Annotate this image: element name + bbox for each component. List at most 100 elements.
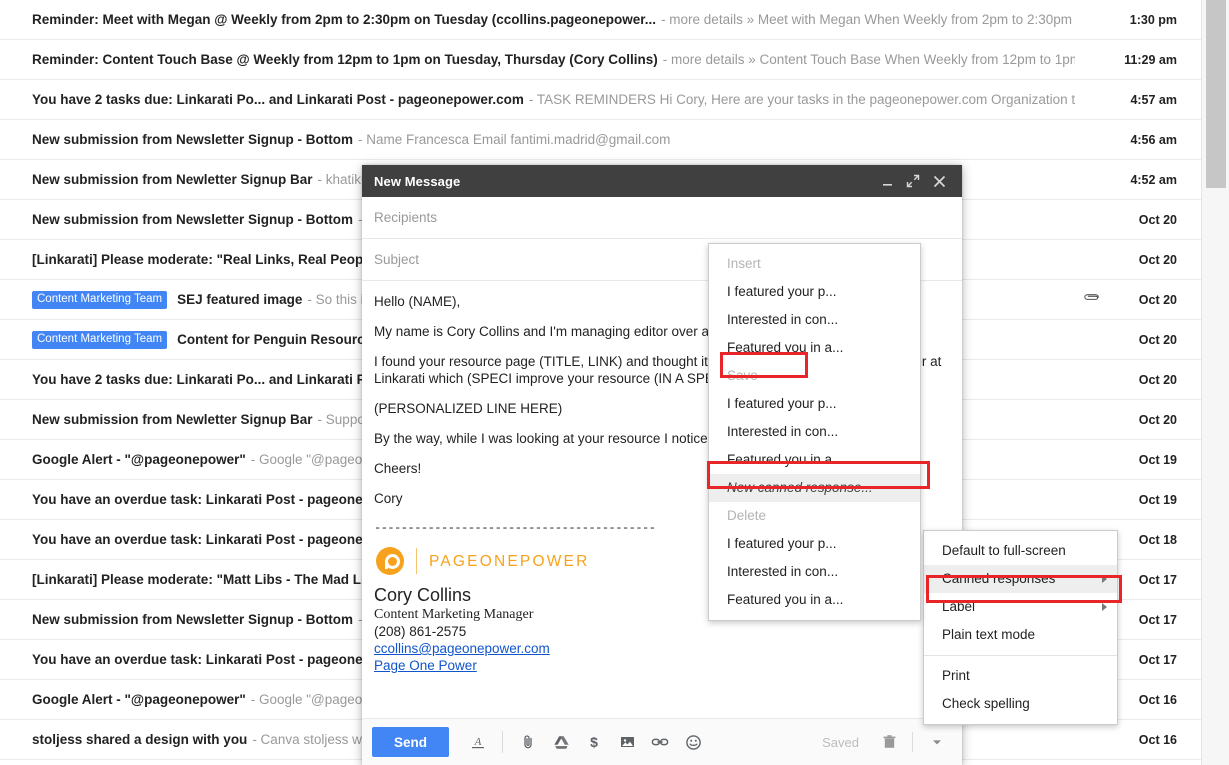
menu-item-canned-response[interactable]: Featured you in a... <box>709 446 920 474</box>
signature-phone: (208) 861-2575 <box>374 623 950 640</box>
menu-item-label: Canned responses <box>942 571 1055 586</box>
email-subject: You have 2 tasks due: Linkarati Po... an… <box>32 372 381 387</box>
insert-photo-icon[interactable] <box>612 727 642 757</box>
email-date: Oct 16 <box>1109 693 1201 707</box>
google-drive-icon[interactable] <box>546 727 576 757</box>
email-row[interactable]: Reminder: Meet with Megan @ Weekly from … <box>0 0 1201 40</box>
attachment-icon[interactable] <box>1075 291 1109 309</box>
insert-link-icon[interactable] <box>645 727 675 757</box>
email-date: Oct 16 <box>1109 733 1201 747</box>
menu-item-canned-response[interactable]: Interested in con... <box>709 306 920 334</box>
email-subject: You have an overdue task: Linkarati Post… <box>32 492 379 507</box>
page-scrollbar[interactable] <box>1201 0 1229 765</box>
email-subject: New submission from Newsletter Signup - … <box>32 212 353 227</box>
email-snippet: - more details » Content Touch Base When… <box>663 52 1075 67</box>
signature-site-link[interactable]: Page One Power <box>374 657 950 674</box>
email-date: Oct 18 <box>1109 533 1201 547</box>
email-date: Oct 20 <box>1109 413 1201 427</box>
email-date: Oct 20 <box>1109 333 1201 347</box>
saved-status: Saved <box>822 735 859 750</box>
email-date: Oct 20 <box>1109 253 1201 267</box>
email-snippet: - TASK REMINDERS Hi Cory, Here are your … <box>529 92 1075 107</box>
email-date: Oct 20 <box>1109 213 1201 227</box>
email-row-content: Reminder: Meet with Megan @ Weekly from … <box>32 12 1075 27</box>
email-date: Oct 19 <box>1109 453 1201 467</box>
menu-item-canned-response[interactable]: I featured your p... <box>709 390 920 418</box>
compose-title: New Message <box>374 174 874 189</box>
emoji-icon[interactable] <box>678 727 708 757</box>
email-subject: [Linkarati] Please moderate: "Matt Libs … <box>32 572 380 587</box>
email-date: Oct 17 <box>1109 653 1201 667</box>
compose-footer: Send A <box>362 718 962 765</box>
email-subject: New submission from Newletter Signup Bar <box>32 412 313 427</box>
menu-item-plain-text-mode[interactable]: Plain text mode <box>924 621 1117 649</box>
recipients-placeholder: Recipients <box>374 210 437 225</box>
paperclip-icon[interactable] <box>513 727 543 757</box>
email-label-chip[interactable]: Content Marketing Team <box>32 331 167 349</box>
logo-wordmark: PAGEONEPOWER <box>429 553 589 570</box>
dollar-icon[interactable]: $ <box>579 727 609 757</box>
footer-divider <box>912 732 913 752</box>
menu-item-check-spelling[interactable]: Check spelling <box>924 690 1117 718</box>
email-date: 4:56 am <box>1109 133 1201 147</box>
canned-menu-section-heading: Save <box>709 362 920 390</box>
scrollbar-thumb[interactable] <box>1206 0 1226 188</box>
email-date: Oct 20 <box>1109 293 1201 307</box>
toolbar-divider <box>502 731 503 753</box>
email-row[interactable]: You have 2 tasks due: Linkarati Po... an… <box>0 80 1201 120</box>
logo-separator <box>416 548 417 574</box>
menu-item-canned-response[interactable]: I featured your p... <box>709 278 920 306</box>
menu-item-label: Print <box>942 668 970 683</box>
menu-item-label: Plain text mode <box>942 627 1035 642</box>
email-subject: Content for Penguin Resource <box>177 332 372 347</box>
email-label-chip[interactable]: Content Marketing Team <box>32 291 167 309</box>
submenu-arrow-icon <box>1102 575 1107 583</box>
email-date: Oct 17 <box>1109 613 1201 627</box>
email-date: Oct 19 <box>1109 493 1201 507</box>
canned-menu-section-heading: Insert <box>709 250 920 278</box>
menu-item-label[interactable]: Label <box>924 593 1117 621</box>
gmail-screen: Reminder: Meet with Megan @ Weekly from … <box>0 0 1229 765</box>
close-icon[interactable] <box>926 168 952 194</box>
menu-item-label: Default to full-screen <box>942 543 1066 558</box>
menu-item-canned-responses[interactable]: Canned responses <box>924 565 1117 593</box>
email-row-content: New submission from Newsletter Signup - … <box>32 132 1075 147</box>
email-subject: Reminder: Meet with Megan @ Weekly from … <box>32 12 656 27</box>
menu-item-default-to-full-screen[interactable]: Default to full-screen <box>924 537 1117 565</box>
email-date: Oct 17 <box>1109 573 1201 587</box>
email-row[interactable]: New submission from Newsletter Signup - … <box>0 120 1201 160</box>
menu-item-canned-response[interactable]: I featured your p... <box>709 530 920 558</box>
email-subject: SEJ featured image <box>177 292 302 307</box>
recipients-field[interactable]: Recipients <box>362 197 962 239</box>
menu-item-canned-response[interactable]: Interested in con... <box>709 418 920 446</box>
email-date: 4:52 am <box>1109 173 1201 187</box>
compose-options-menu[interactable]: Default to full-screen Canned responses La… <box>923 530 1118 725</box>
format-text-icon[interactable]: A <box>463 727 493 757</box>
minimize-icon[interactable] <box>874 168 900 194</box>
menu-item-label: Check spelling <box>942 696 1030 711</box>
email-row[interactable]: Reminder: Content Touch Base @ Weekly fr… <box>0 40 1201 80</box>
menu-item-canned-response[interactable]: Featured you in a... <box>709 586 920 614</box>
email-subject: Reminder: Content Touch Base @ Weekly fr… <box>32 52 658 67</box>
signature-email-link[interactable]: ccollins@pageonepower.com <box>374 640 950 657</box>
menu-item-label: Label <box>942 599 975 614</box>
canned-responses-submenu[interactable]: InsertI featured your p...Interested in … <box>708 243 921 621</box>
menu-item-print[interactable]: Print <box>924 662 1117 690</box>
email-subject: [Linkarati] Please moderate: "Real Links… <box>32 252 379 267</box>
email-date: 4:57 am <box>1109 93 1201 107</box>
chevron-down-icon[interactable] <box>922 727 952 757</box>
menu-item-canned-response[interactable]: Featured you in a... <box>709 334 920 362</box>
menu-item-new-canned-response[interactable]: New canned response... <box>709 474 920 502</box>
email-row-content: You have 2 tasks due: Linkarati Po... an… <box>32 92 1075 107</box>
email-subject: New submission from Newsletter Signup - … <box>32 612 353 627</box>
expand-icon[interactable] <box>900 168 926 194</box>
email-subject: Google Alert - "@pageonepower" <box>32 692 246 707</box>
email-date: Oct 20 <box>1109 373 1201 387</box>
email-subject: Google Alert - "@pageonepower" <box>32 452 246 467</box>
email-subject: stoljess shared a design with you <box>32 732 247 747</box>
menu-item-canned-response[interactable]: Interested in con... <box>709 558 920 586</box>
logo-mark-icon <box>376 547 404 575</box>
compose-header: New Message <box>362 165 962 197</box>
trash-icon[interactable] <box>874 727 904 757</box>
send-button[interactable]: Send <box>372 727 449 757</box>
